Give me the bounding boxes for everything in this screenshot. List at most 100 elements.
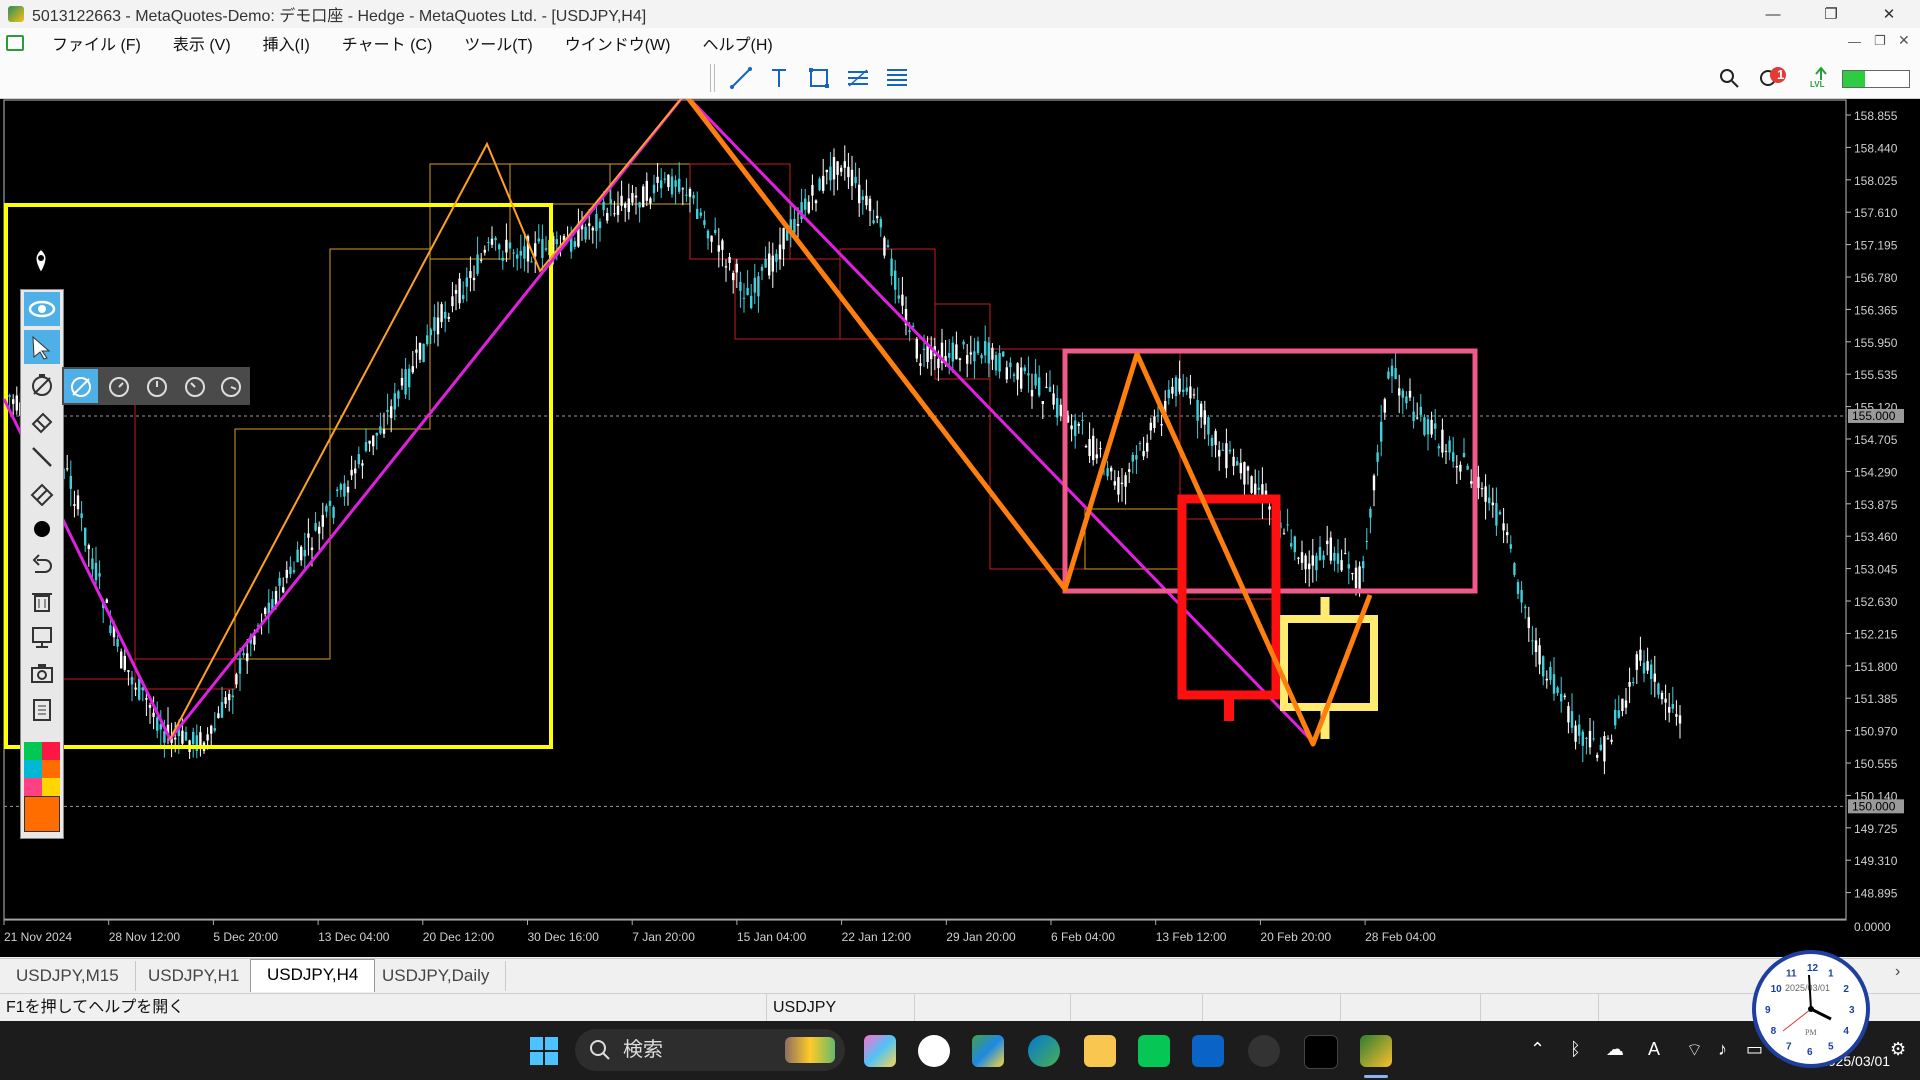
minimize-button[interactable]: — bbox=[1744, 0, 1802, 28]
chart-canvas[interactable]: 158.855 158.440 158.025 157.610 157.195 156.7… bbox=[0, 99, 1920, 957]
rectangle-tool-icon[interactable] bbox=[804, 64, 834, 92]
restore-button[interactable]: ❐ bbox=[1802, 0, 1860, 28]
cloud-icon[interactable]: ☁ bbox=[1606, 1039, 1624, 1060]
xm-app-icon[interactable] bbox=[1304, 1035, 1338, 1069]
menu-insert[interactable]: 挿入(I) bbox=[247, 31, 326, 55]
search-icon[interactable] bbox=[1714, 64, 1744, 92]
close-button[interactable]: ✕ bbox=[1860, 0, 1918, 28]
candle-body bbox=[1124, 475, 1127, 487]
trendline-tool-icon[interactable] bbox=[726, 64, 756, 92]
candle-body bbox=[433, 317, 436, 331]
menu-help[interactable]: ヘルプ(H) bbox=[686, 31, 788, 55]
candle-body bbox=[354, 468, 357, 474]
channel-tool-icon[interactable] bbox=[843, 64, 873, 92]
candle-body bbox=[1390, 365, 1394, 377]
notification-bell-icon[interactable]: ⚙ bbox=[1890, 1039, 1906, 1060]
timer-option-1-icon[interactable] bbox=[102, 369, 136, 403]
clipboard-icon[interactable] bbox=[24, 692, 60, 726]
candle-body bbox=[638, 202, 641, 208]
candle-body bbox=[843, 161, 846, 168]
tab-usdjpy-h4[interactable]: USDJPY,H4 bbox=[250, 959, 376, 992]
menu-file[interactable]: ファイル (F) bbox=[36, 31, 157, 55]
tray-overflow-icon[interactable]: ⌃ bbox=[1530, 1039, 1545, 1060]
candle-body bbox=[1660, 692, 1664, 700]
candle-body bbox=[429, 329, 432, 336]
tabs-scroll-right-icon[interactable]: › bbox=[1895, 963, 1900, 981]
candle-body bbox=[1524, 606, 1527, 609]
mdi-close-icon[interactable]: ✕ bbox=[1898, 32, 1910, 49]
timer-option-4-icon[interactable] bbox=[214, 369, 248, 403]
text-tool-icon[interactable] bbox=[764, 64, 794, 92]
camera-icon[interactable] bbox=[24, 656, 60, 690]
outlook-icon[interactable] bbox=[1192, 1035, 1224, 1067]
color-pink-swatch[interactable] bbox=[24, 778, 42, 796]
timer-option-2-icon[interactable] bbox=[140, 369, 174, 403]
timer-option-off-icon[interactable] bbox=[64, 369, 98, 403]
lightbulb-app-icon[interactable] bbox=[1248, 1035, 1280, 1067]
menu-chart[interactable]: チャート (C) bbox=[326, 31, 449, 55]
mdi-minimize-icon[interactable]: — bbox=[1848, 34, 1861, 49]
candle-body bbox=[793, 218, 796, 233]
bluetooth-icon[interactable]: ᛒ bbox=[1570, 1039, 1581, 1060]
wifi-icon[interactable]: ⌔ bbox=[1686, 1039, 1703, 1062]
eye-icon[interactable] bbox=[24, 292, 60, 326]
candle-body bbox=[1225, 443, 1228, 469]
candle-body bbox=[1297, 557, 1300, 559]
dot-icon[interactable] bbox=[24, 512, 60, 546]
price-chart[interactable]: 158.855 158.440 158.025 157.610 157.195 156.7… bbox=[0, 99, 1920, 957]
edge-icon[interactable] bbox=[1028, 1035, 1060, 1067]
tab-usdjpy-h1[interactable]: USDJPY,H1 bbox=[132, 961, 257, 991]
color-red-swatch[interactable] bbox=[42, 742, 60, 760]
menu-window[interactable]: ウインドウ(W) bbox=[549, 31, 687, 55]
undo-icon[interactable] bbox=[24, 548, 60, 582]
helper-box bbox=[1084, 508, 1181, 570]
candle-body bbox=[1138, 442, 1142, 444]
mdi-restore-icon[interactable]: ❐ bbox=[1874, 33, 1886, 49]
eraser-pen-icon[interactable] bbox=[24, 404, 60, 438]
color-yellow-swatch[interactable] bbox=[42, 778, 60, 796]
copilot-icon[interactable] bbox=[864, 1035, 896, 1067]
notifications-icon[interactable]: 1 bbox=[1758, 64, 1788, 92]
candle-body bbox=[238, 658, 242, 674]
candle-body bbox=[498, 244, 501, 250]
signal-level-icon[interactable]: LVL bbox=[1806, 64, 1836, 92]
menu-tools[interactable]: ツール(T) bbox=[448, 31, 548, 55]
candle-body bbox=[818, 178, 821, 191]
color-orange-swatch[interactable] bbox=[42, 760, 60, 778]
trash-icon[interactable] bbox=[24, 584, 60, 618]
timer-option-3-icon[interactable] bbox=[178, 369, 212, 403]
tab-usdjpy-m15[interactable]: USDJPY,M15 bbox=[0, 961, 136, 991]
windows-start-icon[interactable] bbox=[528, 1035, 560, 1067]
clock-minute-hand bbox=[1808, 974, 1812, 1010]
clock-app-icon[interactable] bbox=[918, 1035, 950, 1067]
color-green-swatch[interactable] bbox=[24, 742, 42, 760]
candle-body bbox=[1311, 555, 1314, 566]
volume-icon[interactable]: ♪ bbox=[1718, 1039, 1727, 1060]
monitor-icon[interactable] bbox=[24, 620, 60, 654]
file-explorer-icon[interactable] bbox=[1084, 1035, 1116, 1067]
color-palette[interactable] bbox=[24, 742, 60, 832]
store-icon[interactable] bbox=[972, 1035, 1004, 1067]
color-cyan-swatch[interactable] bbox=[24, 760, 42, 778]
magenta-trend-line bbox=[2, 99, 1312, 742]
line-app-icon[interactable] bbox=[1138, 1035, 1170, 1067]
cursor-arrow-icon[interactable] bbox=[24, 330, 60, 364]
candle-body bbox=[156, 717, 159, 731]
taskbar-search[interactable]: 検索 bbox=[575, 1029, 845, 1071]
tab-usdjpy-daily[interactable]: USDJPY,Daily bbox=[366, 961, 507, 991]
eraser-icon[interactable] bbox=[24, 476, 60, 510]
timer-icon[interactable] bbox=[24, 368, 60, 402]
analog-clock: 12 1 2 3 4 5 6 7 8 9 10 11 2025/03/01 PM bbox=[1752, 950, 1870, 1068]
toolbar: 1 LVL bbox=[0, 58, 1920, 99]
line-tool-icon[interactable] bbox=[24, 440, 60, 474]
pen-tool-icon[interactable] bbox=[26, 247, 56, 277]
ime-icon[interactable]: A bbox=[1648, 1039, 1660, 1060]
time-label: 28 Nov 12:00 bbox=[109, 930, 181, 944]
metatrader-icon[interactable] bbox=[1360, 1035, 1392, 1067]
candle-body bbox=[1596, 754, 1599, 758]
current-color-swatch[interactable] bbox=[24, 796, 60, 832]
candle-body bbox=[883, 237, 886, 256]
candle-body bbox=[1448, 440, 1451, 453]
menu-view[interactable]: 表示 (V) bbox=[157, 31, 247, 55]
fibonacci-tool-icon[interactable] bbox=[882, 64, 912, 92]
